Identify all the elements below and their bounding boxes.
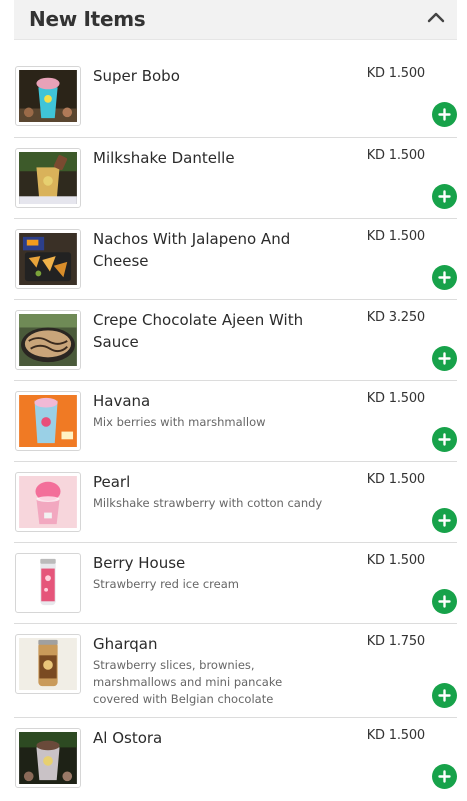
item-image bbox=[15, 310, 81, 370]
plus-icon bbox=[438, 108, 451, 121]
item-name: Gharqan bbox=[93, 635, 158, 653]
add-to-cart-button[interactable] bbox=[432, 346, 457, 371]
menu-item[interactable]: Nachos With Jalapeno And Cheese KD 1.500 bbox=[14, 219, 457, 300]
item-description: Milkshake strawberry with cotton candy bbox=[93, 496, 323, 510]
item-price: KD 1.500 bbox=[366, 728, 425, 743]
section-title: New Items bbox=[29, 7, 146, 31]
menu-item[interactable]: Havana Mix berries with marshmallow KD 1… bbox=[14, 381, 457, 462]
item-price: KD 1.500 bbox=[366, 66, 425, 81]
item-price: KD 1.500 bbox=[366, 391, 425, 406]
item-price: KD 1.500 bbox=[366, 148, 425, 163]
item-name: Milkshake Dantelle bbox=[93, 149, 235, 167]
item-image bbox=[15, 553, 81, 613]
add-to-cart-button[interactable] bbox=[432, 184, 457, 209]
item-image bbox=[15, 391, 81, 451]
chevron-up-icon[interactable] bbox=[425, 9, 447, 27]
item-description: Mix berries with marshmallow bbox=[93, 415, 266, 429]
add-to-cart-button[interactable] bbox=[432, 589, 457, 614]
item-name: Crepe Chocolate Ajeen With Sauce bbox=[93, 311, 304, 351]
plus-icon bbox=[438, 514, 451, 527]
item-description: Strawberry red ice cream bbox=[93, 577, 239, 591]
plus-icon bbox=[438, 595, 451, 608]
item-image bbox=[15, 148, 81, 208]
menu-item[interactable]: Super Bobo KD 1.500 bbox=[14, 46, 457, 138]
new-items-section: New Items Super Bobo KD 1.500 Milkshake … bbox=[14, 0, 457, 801]
item-image bbox=[15, 728, 81, 788]
menu-item[interactable]: Gharqan Strawberry slices, brownies, mar… bbox=[14, 624, 457, 718]
plus-icon bbox=[438, 271, 451, 284]
menu-item[interactable]: Pearl Milkshake strawberry with cotton c… bbox=[14, 462, 457, 543]
menu-item[interactable]: Al Ostora KD 1.500 bbox=[14, 718, 457, 800]
menu-item[interactable]: Crepe Chocolate Ajeen With Sauce KD 3.25… bbox=[14, 300, 457, 381]
item-name: Super Bobo bbox=[93, 67, 180, 85]
item-description: Strawberry slices, brownies, marshmallow… bbox=[93, 658, 283, 706]
add-to-cart-button[interactable] bbox=[432, 265, 457, 290]
add-to-cart-button[interactable] bbox=[432, 427, 457, 452]
item-name: Berry House bbox=[93, 554, 186, 572]
item-image bbox=[15, 66, 81, 126]
item-price: KD 1.500 bbox=[366, 229, 425, 244]
item-price: KD 1.500 bbox=[366, 553, 425, 568]
plus-icon bbox=[438, 770, 451, 783]
item-image bbox=[15, 229, 81, 289]
section-header[interactable]: New Items bbox=[14, 0, 457, 40]
item-price: KD 1.750 bbox=[366, 634, 425, 649]
item-price: KD 3.250 bbox=[366, 310, 425, 325]
item-name: Havana bbox=[93, 392, 151, 410]
menu-item[interactable]: Milkshake Dantelle KD 1.500 bbox=[14, 138, 457, 219]
add-to-cart-button[interactable] bbox=[432, 764, 457, 789]
item-price: KD 1.500 bbox=[366, 472, 425, 487]
item-name: Nachos With Jalapeno And Cheese bbox=[93, 230, 291, 270]
plus-icon bbox=[438, 689, 451, 702]
add-to-cart-button[interactable] bbox=[432, 508, 457, 533]
item-name: Pearl bbox=[93, 473, 131, 491]
add-to-cart-button[interactable] bbox=[432, 102, 457, 127]
plus-icon bbox=[438, 352, 451, 365]
plus-icon bbox=[438, 433, 451, 446]
add-to-cart-button[interactable] bbox=[432, 683, 457, 708]
item-image bbox=[15, 634, 81, 694]
plus-icon bbox=[438, 190, 451, 203]
menu-item[interactable]: Berry House Strawberry red ice cream KD … bbox=[14, 543, 457, 624]
item-image bbox=[15, 472, 81, 532]
item-name: Al Ostora bbox=[93, 729, 163, 747]
